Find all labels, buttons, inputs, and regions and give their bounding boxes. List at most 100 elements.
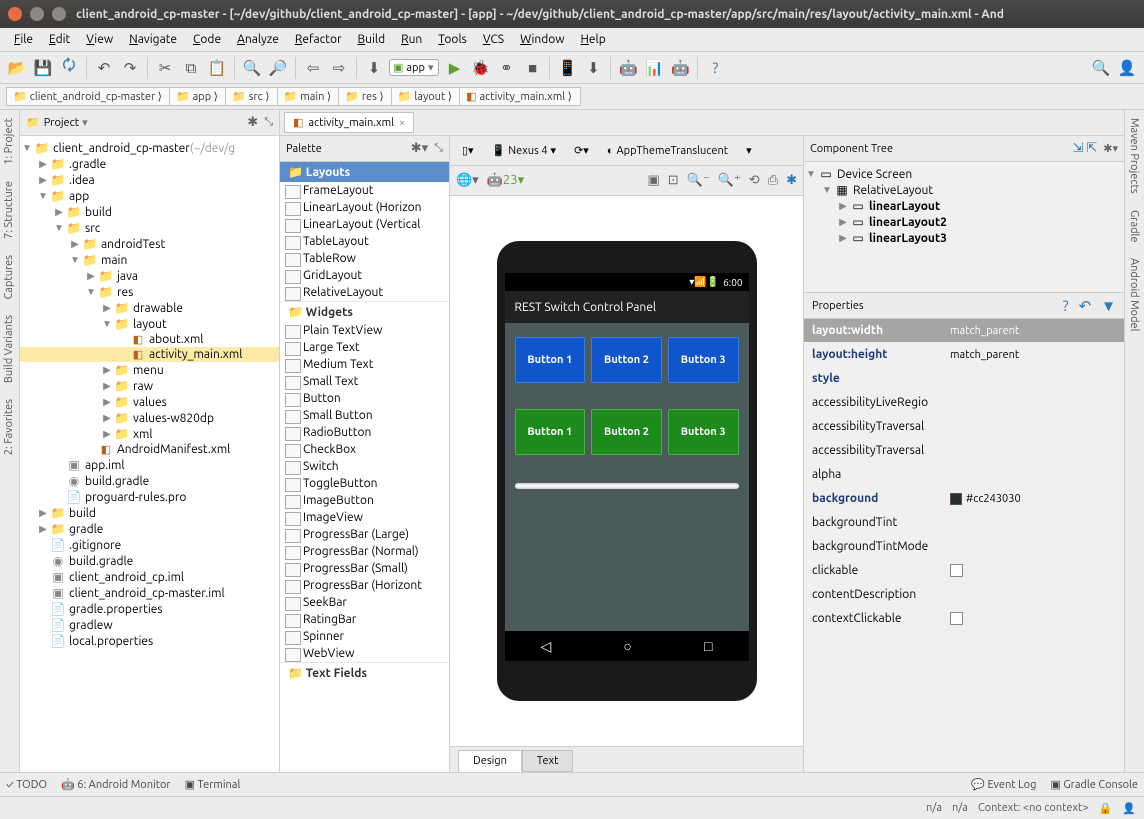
orientation-icon[interactable]: ⟳▾ <box>568 141 595 160</box>
palette-item[interactable]: Plain TextView <box>280 322 449 339</box>
zoom-out-icon[interactable]: 🔍⁻ <box>687 173 710 188</box>
palette-item[interactable]: WebView <box>280 645 449 662</box>
palette-group[interactable]: 📁 Widgets <box>280 301 449 322</box>
filter-icon[interactable]: ▼ <box>1101 297 1116 315</box>
property-row[interactable]: layout:heightmatch_parent <box>804 343 1124 367</box>
terminal-button[interactable]: ▣ Terminal <box>185 778 241 791</box>
comp-tree-item[interactable]: ▶▭linearLayout2 <box>804 214 1124 230</box>
activity-combo[interactable]: ▾ <box>740 141 758 160</box>
comp-tree-item[interactable]: ▼▭Device Screen <box>804 166 1124 182</box>
menu-refactor[interactable]: Refactor <box>287 30 350 49</box>
sdk-icon[interactable]: ⬇ <box>582 57 604 79</box>
forward-icon[interactable]: ⇨ <box>328 57 350 79</box>
menu-file[interactable]: File <box>6 30 41 49</box>
tree-item[interactable]: 📄gradle.properties <box>20 601 279 617</box>
theme-combo[interactable]: ◐ AppThemeTranslucent <box>601 142 734 160</box>
palette-item[interactable]: TableLayout <box>280 233 449 250</box>
palette-item[interactable]: RatingBar <box>280 611 449 628</box>
status-context[interactable]: Context: <no context> <box>978 802 1089 814</box>
property-row[interactable]: contextClickable <box>804 607 1124 631</box>
comp-tree-item[interactable]: ▶▭linearLayout3 <box>804 230 1124 246</box>
tree-item[interactable]: ▶📁build <box>20 505 279 521</box>
property-row[interactable]: layout:widthmatch_parent <box>804 319 1124 343</box>
comp-tree-item[interactable]: ▶▭linearLayout <box>804 198 1124 214</box>
menu-view[interactable]: View <box>78 30 121 49</box>
side-tab[interactable]: Captures <box>0 247 18 307</box>
device-combo[interactable]: 📱 Nexus 4▾ <box>486 141 563 160</box>
tree-item[interactable]: ▶📁drawable <box>20 300 279 316</box>
palette-item[interactable]: ImageButton <box>280 492 449 509</box>
tree-item[interactable]: 📄proguard-rules.pro <box>20 489 279 505</box>
palette-item[interactable]: ProgressBar (Small) <box>280 560 449 577</box>
palette-item[interactable]: ProgressBar (Large) <box>280 526 449 543</box>
property-row[interactable]: style <box>804 367 1124 391</box>
stop-icon[interactable]: ■ <box>521 57 543 79</box>
tree-item[interactable]: ◧about.xml <box>20 332 279 347</box>
palette-item[interactable]: TableRow <box>280 250 449 267</box>
palette-gear-icon[interactable]: ✱▾ <box>411 141 428 156</box>
palette-item[interactable]: Small Text <box>280 373 449 390</box>
app-button[interactable]: Button 1 <box>515 337 586 383</box>
tree-item[interactable]: 📄local.properties <box>20 633 279 649</box>
palette-item[interactable]: RadioButton <box>280 424 449 441</box>
project-tree[interactable]: ▼📁client_android_cp-master (~/dev/g▶📁.gr… <box>20 136 279 772</box>
open-icon[interactable]: 📂 <box>6 57 28 79</box>
crumb-4[interactable]: 📁res ⟩ <box>338 87 393 106</box>
tree-item[interactable]: ▣client_android_cp-master.iml <box>20 585 279 601</box>
app-button[interactable]: Button 3 <box>668 337 739 383</box>
zoom-actual-icon[interactable]: ⊡ <box>668 173 679 188</box>
tree-item[interactable]: ▼📁client_android_cp-master (~/dev/g <box>20 140 279 156</box>
tree-item[interactable]: ▶📁values-w820dp <box>20 410 279 426</box>
debug-icon[interactable]: 🐞 <box>469 57 491 79</box>
sync-icon[interactable]: 🗘 <box>58 57 80 79</box>
tree-item[interactable]: 📄gradlew <box>20 617 279 633</box>
tree-item[interactable]: 📄.gitignore <box>20 537 279 553</box>
tree-item[interactable]: ▶📁xml <box>20 426 279 442</box>
tree-item[interactable]: ▶📁values <box>20 394 279 410</box>
tab-design[interactable]: Design <box>458 750 522 772</box>
gear-icon[interactable]: ✱ <box>247 115 258 130</box>
palette-item[interactable]: Switch <box>280 458 449 475</box>
zoom-in-icon[interactable]: 🔍⁺ <box>718 173 741 188</box>
tree-item[interactable]: ▼📁app <box>20 188 279 204</box>
tree-item[interactable]: ▣client_android_cp.iml <box>20 569 279 585</box>
help-icon[interactable]: ? <box>1063 297 1069 315</box>
replace-icon[interactable]: 🔎 <box>267 57 289 79</box>
maximize-icon[interactable] <box>52 7 66 21</box>
crumb-0[interactable]: 📁client_android_cp-master ⟩ <box>6 87 171 106</box>
property-row[interactable]: background#cc243030 <box>804 487 1124 511</box>
menu-run[interactable]: Run <box>393 30 430 49</box>
property-row[interactable]: accessibilityTraversal <box>804 415 1124 439</box>
app-button[interactable]: Button 3 <box>668 409 739 455</box>
run-icon[interactable]: ▶ <box>443 57 465 79</box>
tree-item[interactable]: ◉build.gradle <box>20 553 279 569</box>
palette-item[interactable]: SeekBar <box>280 594 449 611</box>
comp-tree-item[interactable]: ▼▦RelativeLayout <box>804 182 1124 198</box>
gradle-console-button[interactable]: ▣ Gradle Console <box>1050 778 1138 791</box>
palette-item[interactable]: ProgressBar (Normal) <box>280 543 449 560</box>
editor-tab-activity-main[interactable]: ◧ activity_main.xml × <box>284 112 414 133</box>
tab-text[interactable]: Text <box>522 750 574 772</box>
tree-item[interactable]: ▣app.iml <box>20 457 279 473</box>
tree-item[interactable]: ▶📁java <box>20 268 279 284</box>
undo-icon[interactable]: ↶ <box>93 57 115 79</box>
property-row[interactable]: accessibilityLiveRegio <box>804 391 1124 415</box>
side-tab[interactable]: Maven Projects <box>1125 110 1143 202</box>
palette-item[interactable]: LinearLayout (Horizon <box>280 199 449 216</box>
android-monitor-button[interactable]: 🤖 6: Android Monitor <box>61 778 171 791</box>
tree-item[interactable]: ▶📁raw <box>20 378 279 394</box>
copy-icon[interactable]: ⧉ <box>180 57 202 79</box>
crumb-6[interactable]: ◧activity_main.xml ⟩ <box>459 87 581 106</box>
side-tab[interactable]: 2: Favorites <box>0 391 18 463</box>
palette-item[interactable]: ProgressBar (Horizont <box>280 577 449 594</box>
menu-code[interactable]: Code <box>185 30 229 49</box>
locale-icon[interactable]: 🌐▾ <box>456 173 479 188</box>
capture-icon[interactable]: ⎙ <box>768 173 778 188</box>
palette-hide-icon[interactable]: ⤡ <box>434 142 443 155</box>
crumb-5[interactable]: 📁layout ⟩ <box>391 87 461 106</box>
palette-item[interactable]: LinearLayout (Vertical <box>280 216 449 233</box>
menu-edit[interactable]: Edit <box>41 30 78 49</box>
menu-window[interactable]: Window <box>512 30 572 49</box>
side-tab[interactable]: Gradle <box>1125 202 1143 251</box>
app-button[interactable]: Button 2 <box>591 409 662 455</box>
